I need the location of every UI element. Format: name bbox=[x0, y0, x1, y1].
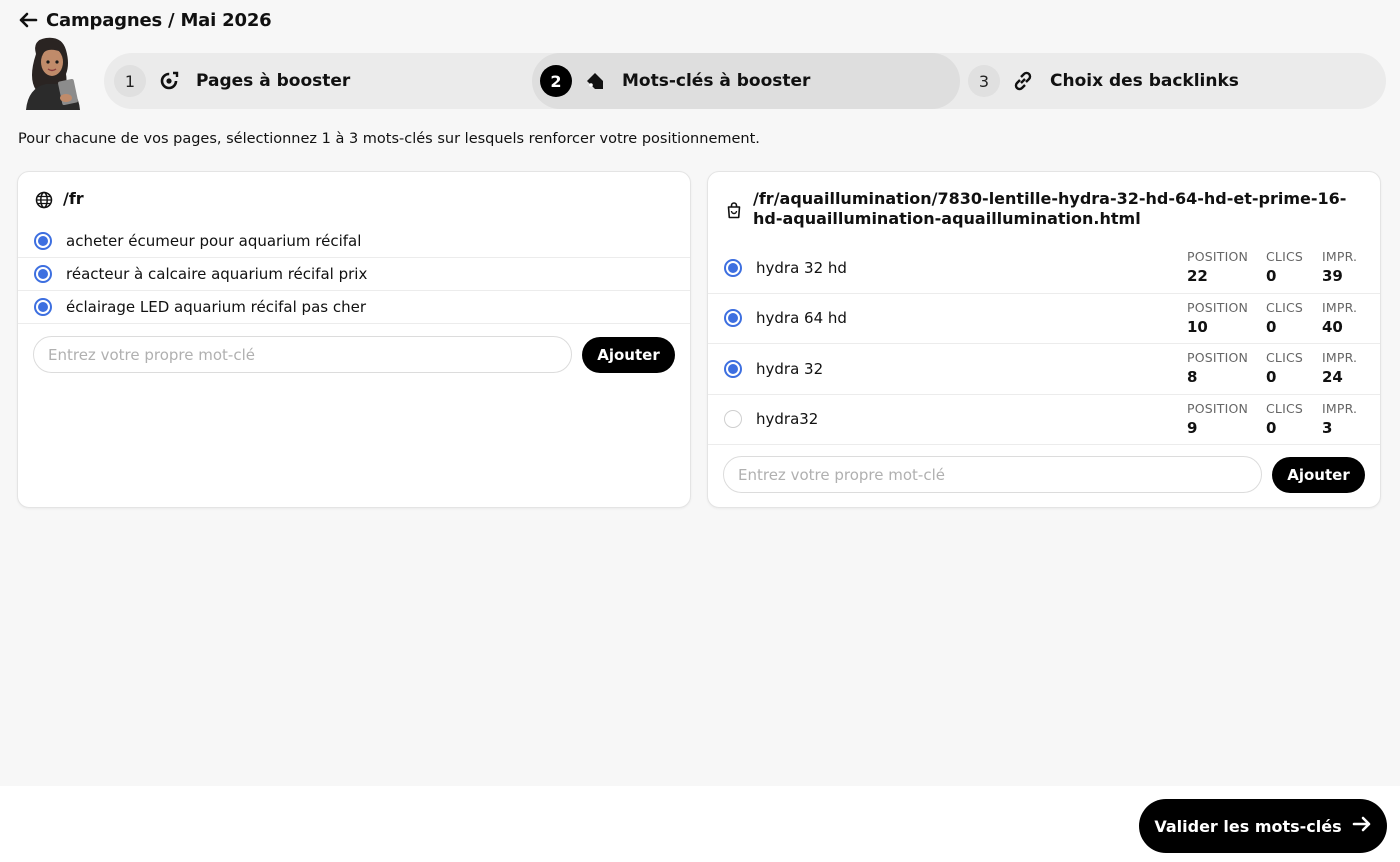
step-label: Pages à booster bbox=[196, 71, 351, 91]
keyword-label: hydra 32 hd bbox=[756, 258, 847, 277]
stat-value: 10 bbox=[1187, 317, 1208, 336]
stat-value: 40 bbox=[1322, 317, 1343, 336]
arrow-left-icon[interactable] bbox=[18, 11, 38, 31]
stat-header: POSITION bbox=[1187, 249, 1249, 264]
keyword-row[interactable]: hydra32 POSITION 9 CLICS 0 IMPR. 3 bbox=[708, 395, 1380, 445]
target-refresh-icon bbox=[158, 70, 180, 92]
keyword-row[interactable]: éclairage LED aquarium récifal pas cher bbox=[18, 291, 690, 324]
stat-value: 9 bbox=[1187, 418, 1198, 437]
stat-impressions: IMPR. 24 bbox=[1322, 350, 1357, 386]
keyword-row[interactable]: réacteur à calcaire aquarium récifal pri… bbox=[18, 258, 690, 291]
stat-header: CLICS bbox=[1266, 299, 1304, 315]
stat-value: 3 bbox=[1322, 418, 1333, 437]
shopping-bag-icon bbox=[725, 201, 743, 219]
stat-position: POSITION 22 bbox=[1187, 249, 1248, 285]
stat-impressions: IMPR. 40 bbox=[1322, 300, 1357, 336]
step-number: 1 bbox=[114, 65, 146, 97]
arrow-right-icon bbox=[1352, 816, 1372, 836]
keyword-radio[interactable] bbox=[724, 258, 742, 277]
stat-value: 0 bbox=[1266, 267, 1277, 285]
stat-header: CLICS bbox=[1266, 350, 1304, 365]
keyword-row[interactable]: acheter écumeur pour aquarium récifal bbox=[18, 225, 690, 258]
step-keywords[interactable]: 2 Mots-clés à booster bbox=[532, 53, 960, 109]
stat-position: POSITION 10 bbox=[1187, 300, 1248, 336]
add-keyword-row: Ajouter bbox=[708, 456, 1380, 493]
stat-header: IMPR. bbox=[1322, 299, 1358, 315]
card-title: /fr bbox=[18, 172, 690, 209]
keyword-label: éclairage LED aquarium récifal pas cher bbox=[66, 298, 366, 316]
page-url: /fr/aquaillumination/7830-lentille-hydra… bbox=[753, 189, 1347, 228]
step-label: Mots-clés à booster bbox=[622, 71, 811, 91]
stat-position: POSITION 8 bbox=[1187, 350, 1248, 386]
page-card-fr: /fr acheter écumeur pour aquarium récifa… bbox=[17, 171, 691, 508]
step-number: 2 bbox=[540, 65, 572, 97]
keyword-radio[interactable] bbox=[724, 359, 742, 378]
stat-value: 0 bbox=[1266, 418, 1277, 437]
stat-value: 22 bbox=[1187, 267, 1208, 285]
stat-clicks: CLICS 0 bbox=[1266, 350, 1303, 386]
stat-value: 24 bbox=[1322, 368, 1343, 386]
custom-keyword-input[interactable] bbox=[723, 456, 1262, 493]
stat-clicks: CLICS 0 bbox=[1266, 249, 1303, 285]
custom-keyword-input[interactable] bbox=[33, 336, 572, 373]
stepper: 1 Pages à booster 2 Mots-clés à booster … bbox=[104, 53, 1386, 109]
stat-value: 39 bbox=[1322, 267, 1343, 285]
step-number: 3 bbox=[968, 65, 1000, 97]
stat-clicks: CLICS 0 bbox=[1266, 401, 1303, 437]
globe-icon bbox=[35, 191, 53, 209]
instructions-text: Pour chacune de vos pages, sélectionnez … bbox=[18, 131, 760, 147]
stat-position: POSITION 9 bbox=[1187, 401, 1248, 437]
tag-icon bbox=[584, 70, 606, 92]
keyword-row[interactable]: hydra 64 hd POSITION 10 CLICS 0 IMPR. 40 bbox=[708, 294, 1380, 344]
keyword-label: hydra 32 bbox=[756, 359, 824, 378]
add-keyword-button[interactable]: Ajouter bbox=[1272, 456, 1365, 493]
stat-impressions: IMPR. 39 bbox=[1322, 249, 1357, 285]
keyword-label: réacteur à calcaire aquarium récifal pri… bbox=[66, 265, 368, 283]
keyword-radio[interactable] bbox=[724, 309, 742, 328]
step-backlinks[interactable]: 3 Choix des backlinks bbox=[968, 53, 1368, 109]
stat-header: POSITION bbox=[1187, 299, 1249, 315]
stat-header: IMPR. bbox=[1322, 350, 1358, 365]
stat-header: IMPR. bbox=[1322, 249, 1358, 264]
add-keyword-button[interactable]: Ajouter bbox=[582, 336, 675, 373]
step-pages[interactable]: 1 Pages à booster bbox=[114, 53, 414, 109]
page-header: Campagnes / Mai 2026 bbox=[18, 10, 272, 31]
step-label: Choix des backlinks bbox=[1050, 71, 1239, 91]
keyword-radio[interactable] bbox=[34, 298, 52, 316]
validate-label: Valider les mots-clés bbox=[1154, 816, 1342, 836]
stat-value: 8 bbox=[1187, 368, 1198, 386]
stat-header: CLICS bbox=[1266, 249, 1304, 264]
keyword-radio[interactable] bbox=[34, 232, 52, 250]
keyword-row[interactable]: hydra 32 POSITION 8 CLICS 0 IMPR. 24 bbox=[708, 344, 1380, 395]
stat-header: POSITION bbox=[1187, 400, 1249, 416]
validate-keywords-button[interactable]: Valider les mots-clés bbox=[1139, 799, 1387, 853]
keyword-label: hydra 64 hd bbox=[756, 309, 847, 328]
avatar bbox=[16, 34, 90, 110]
keyword-radio[interactable] bbox=[34, 265, 52, 283]
card-title: /fr/aquaillumination/7830-lentille-hydra… bbox=[708, 172, 1380, 229]
breadcrumb[interactable]: Campagnes / Mai 2026 bbox=[46, 10, 272, 31]
keyword-label: acheter écumeur pour aquarium récifal bbox=[66, 232, 362, 250]
stat-value: 0 bbox=[1266, 368, 1277, 386]
keyword-label: hydra32 bbox=[756, 410, 819, 429]
stat-value: 0 bbox=[1266, 317, 1277, 336]
stat-impressions: IMPR. 3 bbox=[1322, 401, 1357, 437]
link-icon bbox=[1012, 70, 1034, 92]
page-card-product: /fr/aquaillumination/7830-lentille-hydra… bbox=[707, 171, 1381, 508]
stat-header: POSITION bbox=[1187, 350, 1249, 365]
keyword-row[interactable]: hydra 32 hd POSITION 22 CLICS 0 IMPR. 39 bbox=[708, 243, 1380, 294]
stat-header: CLICS bbox=[1266, 400, 1304, 416]
keyword-radio[interactable] bbox=[724, 410, 742, 429]
stat-header: IMPR. bbox=[1322, 400, 1358, 416]
page-url: /fr bbox=[63, 189, 84, 208]
stat-clicks: CLICS 0 bbox=[1266, 300, 1303, 336]
add-keyword-row: Ajouter bbox=[18, 336, 690, 373]
